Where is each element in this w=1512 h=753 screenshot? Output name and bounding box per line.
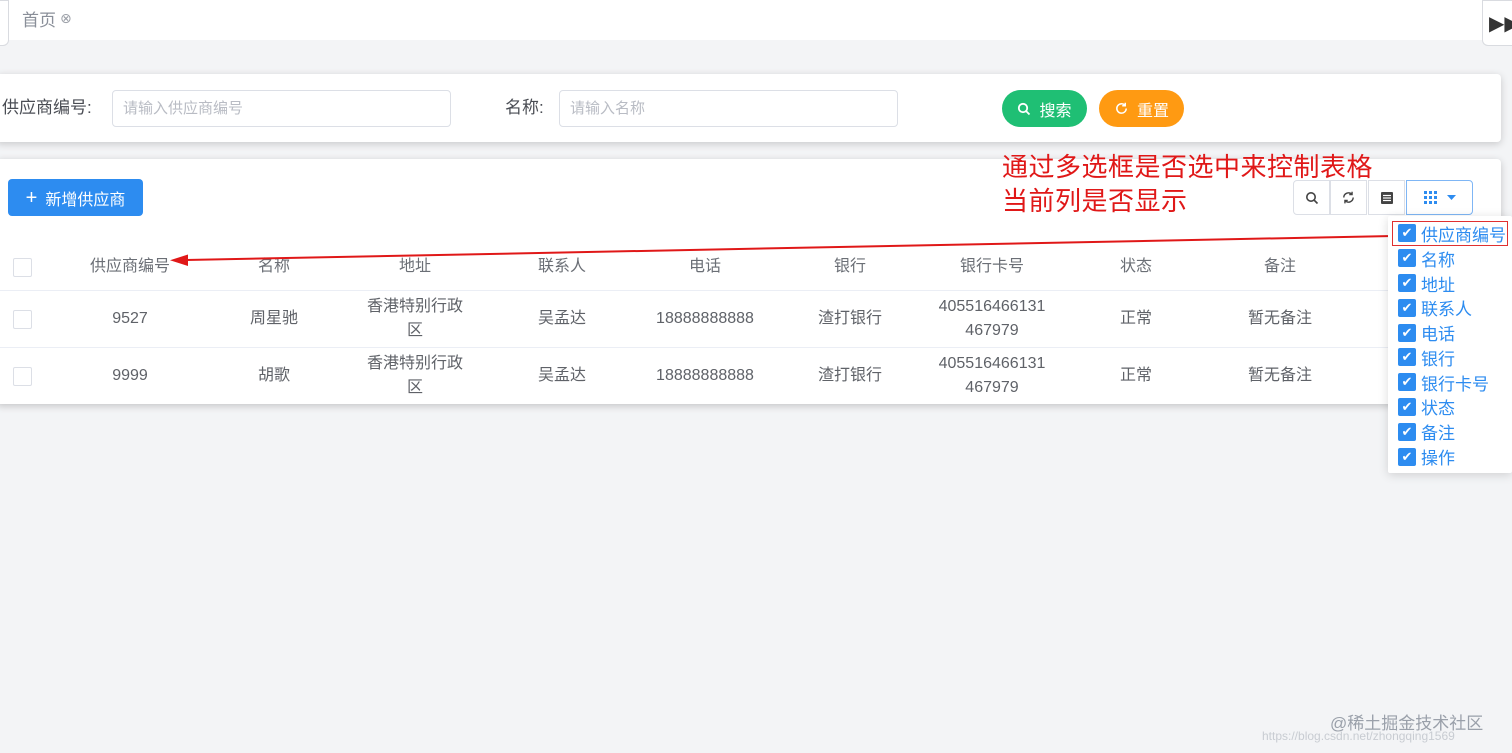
column-toggle-label: 状态 [1421, 399, 1455, 419]
cell-remark: 暂无备注 [1247, 367, 1312, 384]
name-input[interactable] [559, 90, 898, 127]
grid-icon [1423, 191, 1437, 204]
checkbox-checked-icon[interactable]: ✔ [1398, 273, 1416, 292]
checkbox-checked-icon[interactable]: ✔ [1398, 323, 1416, 342]
row-checkbox[interactable] [12, 366, 32, 386]
tab-scroll-left[interactable] [0, 0, 9, 46]
cell-address: 香港特别行政区 [366, 355, 463, 396]
cell-status: 正常 [1119, 367, 1152, 384]
annotation-note: 通过多选框是否选中来控制表格 当前列是否显示 [1002, 150, 1402, 218]
column-toggle-label: 电话 [1421, 325, 1455, 345]
reset-button[interactable]: 重置 [1099, 90, 1184, 127]
select-all-checkbox[interactable] [12, 257, 32, 277]
cell-supplier-no: 9527 [112, 310, 148, 327]
scroll-right-icon: ▶▶ [1489, 12, 1512, 35]
plus-icon: + [25, 186, 38, 209]
add-supplier-button[interactable]: + 新增供应商 [8, 179, 143, 216]
column-toggle-label: 银行卡号 [1421, 374, 1489, 394]
column-toggle-address[interactable]: ✔ 地址 [1388, 271, 1512, 296]
column-toggle-card-no[interactable]: ✔ 银行卡号 [1388, 370, 1512, 395]
tab-home[interactable]: 首页 ⊗ [14, 0, 80, 36]
cell-card-no: 405516466131467979 [938, 355, 1046, 396]
cell-contact: 吴孟达 [537, 367, 586, 384]
supplier-no-label: 供应商编号: [2, 98, 92, 117]
name-label: 名称: [505, 98, 544, 117]
search-form: 供应商编号: 名称: 搜索 重置 [0, 74, 1501, 142]
checkbox-checked-icon[interactable]: ✔ [1398, 249, 1416, 268]
column-toggle-phone[interactable]: ✔ 电话 [1388, 320, 1512, 345]
tab-home-label: 首页 [22, 10, 56, 30]
checkbox-checked-icon[interactable]: ✔ [1398, 373, 1416, 392]
header-status[interactable]: 状态 [1066, 244, 1206, 290]
column-toggle-name[interactable]: ✔ 名称 [1388, 246, 1512, 271]
search-button-label: 搜索 [1039, 102, 1072, 120]
column-toggle-contact[interactable]: ✔ 联系人 [1388, 295, 1512, 320]
column-toggle-supplier-no[interactable]: ✔ 供应商编号 [1392, 221, 1508, 246]
row-select-cell [0, 291, 44, 347]
column-toggle-status[interactable]: ✔ 状态 [1388, 395, 1512, 420]
column-toggle-label: 联系人 [1421, 300, 1472, 320]
watermark-url: https://blog.csdn.net/zhongqing1569 [1262, 729, 1455, 743]
checkbox-checked-icon[interactable]: ✔ [1398, 422, 1416, 441]
table-row[interactable]: 9999 胡歌 香港特别行政区 吴孟达 18888888888 渣打银行 405… [0, 348, 1501, 404]
select-all-cell [0, 244, 44, 290]
header-contact[interactable]: 联系人 [492, 244, 632, 290]
column-toggle-actions[interactable]: ✔ 操作 [1388, 444, 1512, 469]
checkbox-checked-icon[interactable]: ✔ [1398, 397, 1416, 416]
checkbox-checked-icon[interactable]: ✔ [1398, 348, 1416, 367]
column-toggle-bank[interactable]: ✔ 银行 [1388, 345, 1512, 370]
header-name[interactable]: 名称 [204, 244, 344, 290]
column-toggle-label: 银行 [1421, 349, 1455, 369]
cell-bank: 渣打银行 [817, 310, 882, 327]
add-supplier-label: 新增供应商 [45, 191, 126, 209]
cell-bank: 渣打银行 [817, 367, 882, 384]
cell-name: 胡歌 [257, 367, 290, 384]
supplier-no-input[interactable] [112, 90, 451, 127]
column-toggle-label: 备注 [1421, 424, 1455, 444]
column-settings-button[interactable] [1406, 180, 1473, 215]
row-select-cell [0, 348, 44, 404]
refresh-icon [1116, 102, 1127, 114]
caret-down-icon [1446, 194, 1456, 200]
header-bank[interactable]: 银行 [780, 244, 920, 290]
cell-status: 正常 [1119, 310, 1152, 327]
table-header-row: 供应商编号 名称 地址 联系人 电话 银行 银行卡号 状态 备注 [0, 244, 1501, 291]
column-visibility-menu: ✔ 供应商编号 ✔ 名称 ✔ 地址 ✔ 联系人 ✔ 电话 ✔ 银行 ✔ 银行卡号… [1388, 216, 1512, 473]
cell-card-no: 405516466131467979 [938, 298, 1046, 339]
header-address[interactable]: 地址 [360, 244, 470, 290]
annotation-line-1: 通过多选框是否选中来控制表格 [1002, 152, 1374, 182]
column-toggle-label: 地址 [1421, 275, 1455, 295]
tab-close-icon[interactable]: ⊗ [60, 10, 72, 27]
cell-phone: 18888888888 [656, 310, 754, 327]
column-toggle-remark[interactable]: ✔ 备注 [1388, 419, 1512, 444]
checkbox-checked-icon[interactable]: ✔ [1398, 298, 1416, 317]
column-toggle-label: 名称 [1421, 250, 1455, 270]
checkbox-checked-icon[interactable]: ✔ [1398, 224, 1416, 243]
cell-remark: 暂无备注 [1247, 310, 1312, 327]
annotation-line-2: 当前列是否显示 [1002, 186, 1188, 216]
table-row[interactable]: 9527 周星驰 香港特别行政区 吴孟达 18888888888 渣打银行 40… [0, 291, 1501, 348]
column-toggle-label: 操作 [1421, 449, 1455, 469]
header-card-no[interactable]: 银行卡号 [936, 244, 1048, 290]
cell-contact: 吴孟达 [537, 310, 586, 327]
cell-phone: 18888888888 [656, 367, 754, 384]
column-toggle-label: 供应商编号 [1421, 225, 1506, 245]
checkbox-checked-icon[interactable]: ✔ [1398, 447, 1416, 466]
header-supplier-no[interactable]: 供应商编号 [56, 244, 204, 290]
cell-name: 周星驰 [249, 310, 298, 327]
tab-bar: 首页 ⊗ ▶▶ [0, 0, 1512, 46]
tab-scroll-right-button[interactable]: ▶▶ [1482, 0, 1512, 46]
header-remark[interactable]: 备注 [1210, 244, 1350, 290]
header-phone[interactable]: 电话 [650, 244, 760, 290]
reset-button-label: 重置 [1136, 102, 1169, 120]
cell-supplier-no: 9999 [112, 367, 148, 384]
cell-address: 香港特别行政区 [366, 298, 463, 339]
search-icon [1018, 102, 1031, 115]
search-button[interactable]: 搜索 [1002, 90, 1087, 127]
row-checkbox[interactable] [12, 309, 32, 329]
